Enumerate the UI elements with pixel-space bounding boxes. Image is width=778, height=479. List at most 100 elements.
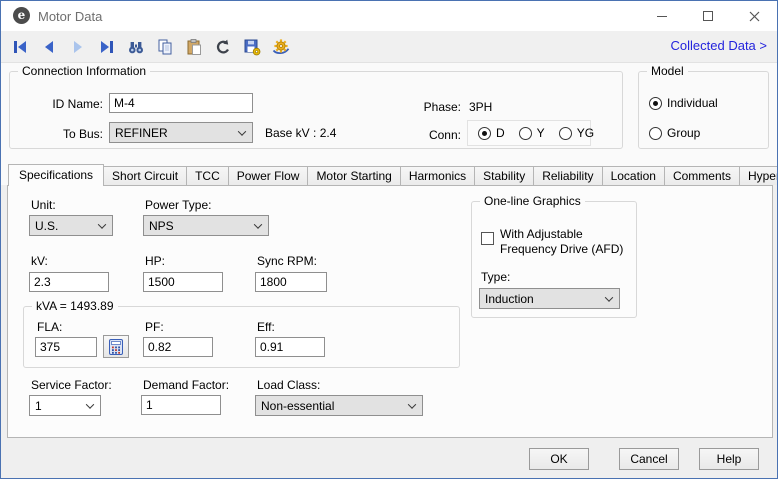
- motor-data-dialog: e Motor Data: [0, 0, 778, 479]
- phase-label: Phase:: [393, 100, 461, 114]
- service-factor-label: Service Factor:: [31, 378, 112, 392]
- ok-button[interactable]: OK: [529, 448, 589, 470]
- load-class-select[interactable]: Non-essential: [255, 395, 423, 416]
- tab-reliability[interactable]: Reliability: [533, 166, 602, 185]
- radio-icon: [519, 127, 532, 140]
- cancel-button[interactable]: Cancel: [619, 448, 679, 470]
- to-bus-select[interactable]: REFINER: [109, 122, 253, 143]
- model-option-group[interactable]: Group: [649, 126, 700, 140]
- first-record-button[interactable]: [9, 37, 31, 57]
- one-line-graphics-title: One-line Graphics: [480, 194, 585, 208]
- calculator-button[interactable]: [103, 335, 129, 358]
- save-settings-icon: [242, 37, 262, 57]
- tab-comments[interactable]: Comments: [664, 166, 740, 185]
- conn-option-d-label: D: [496, 126, 505, 140]
- id-name-input[interactable]: [109, 93, 253, 113]
- close-button[interactable]: [731, 1, 777, 31]
- minimize-icon: [657, 16, 667, 17]
- model-option-individual[interactable]: Individual: [649, 96, 718, 110]
- unit-select[interactable]: U.S.: [29, 215, 113, 236]
- sync-rpm-input[interactable]: [255, 272, 327, 292]
- id-name-label: ID Name:: [23, 97, 103, 111]
- tab-label: Location: [611, 169, 656, 183]
- radio-icon: [559, 127, 572, 140]
- demand-factor-input[interactable]: [141, 395, 221, 415]
- tab-label: Short Circuit: [112, 169, 178, 183]
- conn-option-d[interactable]: D: [478, 126, 505, 140]
- find-button[interactable]: [125, 37, 147, 57]
- radio-selected-icon: [478, 127, 491, 140]
- kva-group-title: kVA = 1493.89: [32, 299, 118, 313]
- tab-stability[interactable]: Stability: [474, 166, 534, 185]
- service-factor-select[interactable]: 1: [29, 395, 101, 416]
- chevron-down-icon: [605, 293, 613, 301]
- tab-tcc[interactable]: TCC: [186, 166, 229, 185]
- graphics-type-select[interactable]: Induction: [479, 288, 620, 309]
- tab-short-circuit[interactable]: Short Circuit: [103, 166, 187, 185]
- find-icon: [126, 37, 146, 57]
- copy-icon: [155, 37, 175, 57]
- eff-input[interactable]: [255, 337, 325, 357]
- tab-label: Stability: [483, 169, 525, 183]
- pf-input[interactable]: [143, 337, 213, 357]
- next-record-icon: [68, 37, 88, 57]
- tab-specifications[interactable]: Specifications: [8, 164, 104, 186]
- title-bar: e Motor Data: [1, 1, 777, 31]
- phase-value: 3PH: [469, 100, 492, 114]
- last-record-icon: [97, 37, 117, 57]
- copy-button[interactable]: [154, 37, 176, 57]
- chevron-down-icon: [238, 127, 246, 135]
- tab-label: Reliability: [542, 169, 593, 183]
- pf-label: PF:: [145, 320, 164, 334]
- unit-label: Unit:: [31, 198, 56, 212]
- power-type-select[interactable]: NPS: [143, 215, 269, 236]
- tab-label: TCC: [195, 169, 220, 183]
- maximize-icon: [703, 11, 713, 21]
- toolbar: Collected Data >: [1, 31, 777, 63]
- afd-checkbox-label: With Adjustable Frequency Drive (AFD): [500, 227, 632, 257]
- last-record-button[interactable]: [96, 37, 118, 57]
- tab-location[interactable]: Location: [602, 166, 665, 185]
- app-logo-icon: e: [13, 7, 30, 24]
- hp-input[interactable]: [143, 272, 223, 292]
- tab-label: Harmonics: [409, 169, 466, 183]
- paste-button[interactable]: [183, 37, 205, 57]
- save-settings-button[interactable]: [241, 37, 263, 57]
- tab-hyperlinks[interactable]: Hyperlinks: [739, 166, 778, 185]
- tab-motor-starting[interactable]: Motor Starting: [307, 166, 400, 185]
- tab-harmonics[interactable]: Harmonics: [400, 166, 475, 185]
- tab-power-flow[interactable]: Power Flow: [228, 166, 309, 185]
- previous-record-button[interactable]: [38, 37, 60, 57]
- chevron-down-icon: [254, 220, 262, 228]
- tab-label: Specifications: [19, 168, 93, 182]
- model-individual-label: Individual: [667, 96, 718, 110]
- tab-label: Comments: [673, 169, 731, 183]
- to-bus-label: To Bus:: [23, 127, 103, 141]
- undo-button[interactable]: [212, 37, 234, 57]
- hp-label: HP:: [145, 254, 165, 268]
- afd-checkbox[interactable]: [481, 232, 494, 245]
- tab-label: Motor Starting: [316, 169, 391, 183]
- kv-input[interactable]: [29, 272, 109, 292]
- radio-selected-icon: [649, 97, 662, 110]
- model-group-title: Model: [647, 64, 688, 78]
- minimize-button[interactable]: [639, 1, 684, 31]
- collected-data-link[interactable]: Collected Data >: [671, 38, 767, 53]
- sync-rpm-label: Sync RPM:: [257, 254, 317, 268]
- conn-option-y[interactable]: Y: [519, 126, 545, 140]
- maximize-button[interactable]: [685, 1, 730, 31]
- fla-input[interactable]: [35, 337, 97, 357]
- conn-option-yg[interactable]: YG: [559, 126, 594, 140]
- options-button[interactable]: [270, 37, 292, 57]
- radio-icon: [649, 127, 662, 140]
- tab-label: Hyperlinks: [748, 169, 778, 183]
- chevron-down-icon: [408, 400, 416, 408]
- conn-radio-group: D Y YG: [467, 120, 591, 146]
- next-record-button[interactable]: [67, 37, 89, 57]
- help-button[interactable]: Help: [699, 448, 759, 470]
- first-record-icon: [10, 37, 30, 57]
- previous-record-icon: [39, 37, 59, 57]
- conn-option-yg-label: YG: [577, 126, 594, 140]
- eff-label: Eff:: [257, 320, 275, 334]
- close-icon: [749, 11, 760, 22]
